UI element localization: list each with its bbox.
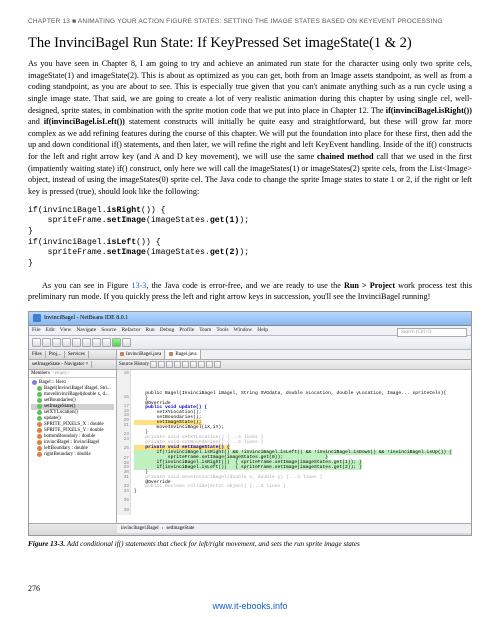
menu-view[interactable]: View [60,327,72,333]
menu-edit[interactable]: Edit [46,327,55,333]
menu-run[interactable]: Run [145,327,154,333]
ide-screenshot: InvinciBagel - NetBeans IDE 8.0.1 File E… [28,311,472,536]
menu-help[interactable]: Help [257,327,268,333]
ide-left-panel: Files Proj... Services setImageState - N… [29,350,117,523]
menu-tools[interactable]: Tools [216,327,228,333]
breadcrumb-method[interactable]: setImageState [166,526,194,531]
debug-button[interactable] [122,338,131,347]
new-project-button[interactable] [42,338,51,347]
ed-btn[interactable] [206,361,213,368]
clean-build-button[interactable] [102,338,111,347]
ed-btn[interactable] [174,361,181,368]
java-icon [169,352,173,356]
redo-button[interactable] [82,338,91,347]
menu-source[interactable]: Source [101,327,116,333]
code-listing: if(invinciBagel.isRight()) { spriteFrame… [28,206,472,270]
editor-tab-bagel[interactable]: Bagel.java [166,350,200,359]
ide-toolbar [29,336,471,350]
ed-btn[interactable] [158,361,165,368]
ed-btn[interactable] [198,361,205,368]
page-number: 276 [28,584,40,593]
filter-box[interactable]: <empty> [52,371,70,376]
code-editor[interactable]: 10 15 1718192021 2324 26 2728293031 3334… [117,370,471,523]
navigator-label: setImageState - Navigator × [29,361,92,368]
ide-editor-area: InvinciBagel.java Bagel.java Source Hist… [117,350,471,523]
members-label: Members [31,371,50,376]
paragraph-2: As you can see in Figure 13-3, the Java … [28,280,472,303]
ed-btn[interactable] [214,361,221,368]
menu-profile[interactable]: Profile [179,327,194,333]
breadcrumb-class[interactable]: invincibagel.Bagel [121,526,159,531]
run-button[interactable] [112,338,121,347]
ide-search[interactable]: Search (Ctrl+I) [397,328,467,337]
tree-right[interactable]: rightBoundary : double [31,452,114,458]
open-button[interactable] [52,338,61,347]
ed-btn[interactable] [182,361,189,368]
ed-btn[interactable] [150,361,157,368]
source-history-toggle[interactable]: Source History [119,362,149,367]
menu-debug[interactable]: Debug [160,327,175,333]
undo-button[interactable] [72,338,81,347]
save-button[interactable] [62,338,71,347]
menu-file[interactable]: File [32,327,41,333]
footer-link[interactable]: www.it-ebooks.info [212,601,287,611]
ed-btn[interactable] [190,361,197,368]
paragraph-1: As you have seen in Chapter 8, I am goin… [28,58,472,198]
chapter-header: CHAPTER 13 ■ ANIMATING YOUR ACTION FIGUR… [28,18,472,25]
section-title: The InvinciBagel Run State: If KeyPresse… [28,35,472,52]
build-button[interactable] [92,338,101,347]
menu-team[interactable]: Team [199,327,211,333]
ide-title: InvinciBagel - NetBeans IDE 8.0.1 [44,315,128,321]
menu-navigate[interactable]: Navigate [76,327,96,333]
editor-toolbar: Source History [117,360,471,370]
menu-refactor[interactable]: Refactor [121,327,140,333]
ed-btn[interactable] [166,361,173,368]
new-file-button[interactable] [32,338,41,347]
editor-tab-invincibagel[interactable]: InvinciBagel.java [117,350,165,359]
tab-services[interactable]: Services [65,351,89,358]
tab-projects[interactable]: Proj... [46,351,65,358]
netbeans-icon [33,314,41,322]
ide-titlebar: InvinciBagel - NetBeans IDE 8.0.1 [29,312,471,326]
navigator-tree[interactable]: Bagel :: Hero Bagel(InvinciBagel iBagel,… [29,378,116,460]
menu-window[interactable]: Window [234,327,253,333]
figure-caption: Figure 13-3. Add conditional if() statem… [28,540,472,548]
tab-files[interactable]: Files [29,351,46,358]
line-gutter: 10 15 1718192021 2324 26 2728293031 3334… [117,370,131,516]
java-icon [120,352,124,356]
